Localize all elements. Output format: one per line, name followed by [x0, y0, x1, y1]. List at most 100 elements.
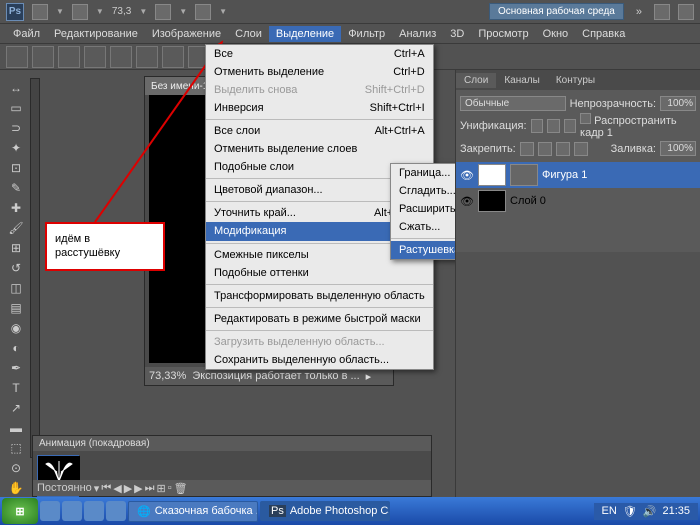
animation-panel-title[interactable]: Анимация (покадровая)	[33, 436, 431, 451]
tray-icon[interactable]: 🔊	[643, 505, 657, 518]
menu-item[interactable]: Выделить сноваShift+Ctrl+D	[206, 81, 433, 99]
menu-edit[interactable]: Редактирование	[47, 26, 145, 42]
clock[interactable]: 21:35	[662, 505, 690, 517]
layer-thumbnail[interactable]	[478, 164, 506, 186]
eraser-tool[interactable]: ◫	[3, 278, 29, 298]
unify-position-icon[interactable]	[531, 119, 544, 133]
heal-tool[interactable]: ✚	[3, 198, 29, 218]
brush-tool[interactable]: 🖌	[3, 218, 29, 238]
menu-file[interactable]: Файл	[6, 26, 47, 42]
lock-pixels-icon[interactable]	[538, 142, 552, 156]
wand-tool[interactable]: ✦	[3, 138, 29, 158]
visibility-icon[interactable]: 👁	[460, 194, 474, 208]
blur-tool[interactable]: ◉	[3, 318, 29, 338]
menu-window[interactable]: Окно	[536, 26, 576, 42]
hand-tool[interactable]: ✋	[3, 478, 29, 498]
option-icon[interactable]	[32, 46, 54, 68]
hand-icon[interactable]	[155, 4, 171, 20]
menu-image[interactable]: Изображение	[145, 26, 228, 42]
menu-3d[interactable]: 3D	[443, 26, 471, 42]
blend-mode-select[interactable]: Обычные	[460, 96, 566, 111]
unify-style-icon[interactable]	[564, 119, 577, 133]
doc-zoom[interactable]: 73,33%	[149, 370, 186, 382]
quicklaunch-icon[interactable]	[40, 501, 60, 521]
menu-filter[interactable]: Фильтр	[341, 26, 392, 42]
menu-view[interactable]: Просмотр	[471, 26, 535, 42]
menu-help[interactable]: Справка	[575, 26, 632, 42]
visibility-icon[interactable]: 👁	[460, 168, 474, 182]
pen-tool[interactable]: ✒	[3, 358, 29, 378]
tab-channels[interactable]: Каналы	[496, 73, 548, 88]
layer-mask-thumbnail[interactable]	[510, 164, 538, 186]
lock-position-icon[interactable]	[556, 142, 570, 156]
quicklaunch-icon[interactable]	[84, 501, 104, 521]
lock-all-icon[interactable]	[574, 142, 588, 156]
delete-frame-icon[interactable]: 🗑	[174, 482, 188, 495]
tray-icon[interactable]: 🛡	[623, 505, 637, 518]
propagate-checkbox[interactable]	[580, 113, 591, 124]
view-icon[interactable]	[72, 4, 88, 20]
collapse-icon[interactable]: »	[632, 6, 646, 18]
menu-item[interactable]: Загрузить выделенную область...	[206, 333, 433, 351]
quicklaunch-icon[interactable]	[106, 501, 126, 521]
option-icon[interactable]	[162, 46, 184, 68]
menu-item[interactable]: Подобные оттенки	[206, 264, 433, 282]
menu-item[interactable]: ВсеCtrl+A	[206, 45, 433, 63]
tab-layers[interactable]: Слои	[456, 73, 496, 88]
menu-item[interactable]: ИнверсияShift+Ctrl+I	[206, 99, 433, 117]
layer-row[interactable]: 👁 Фигура 1	[456, 162, 700, 188]
lasso-tool[interactable]: ⊃	[3, 118, 29, 138]
menu-item[interactable]: Отменить выделение слоев	[206, 140, 433, 158]
menu-item[interactable]: Трансформировать выделенную область	[206, 287, 433, 305]
dropdown-icon[interactable]: ▼	[96, 7, 104, 16]
menu-analysis[interactable]: Анализ	[392, 26, 443, 42]
menu-item[interactable]: Сохранить выделенную область...	[206, 351, 433, 369]
workspace-switcher[interactable]: Основная рабочая среда	[489, 3, 624, 20]
dropdown-icon[interactable]: ▼	[219, 7, 227, 16]
menu-item[interactable]: Редактировать в режиме быстрой маски	[206, 310, 433, 328]
path-tool[interactable]: ↗	[3, 398, 29, 418]
play-icon[interactable]: ▶	[124, 482, 132, 495]
unify-visibility-icon[interactable]	[547, 119, 560, 133]
shape-tool[interactable]: ▬	[3, 418, 29, 438]
tween-icon[interactable]: ⊞	[157, 482, 166, 495]
minimize-icon[interactable]	[654, 4, 670, 20]
zoom-value[interactable]: 73,3	[112, 6, 131, 17]
last-frame-icon[interactable]: ⏭	[145, 482, 155, 495]
language-indicator[interactable]: EN	[602, 505, 617, 517]
menu-item[interactable]: Отменить выделениеCtrl+D	[206, 63, 433, 81]
option-icon[interactable]	[110, 46, 132, 68]
duplicate-frame-icon[interactable]: ▫	[168, 482, 172, 494]
taskbar-app[interactable]: PsAdobe Photoshop CS...	[260, 501, 390, 521]
layer-row[interactable]: 👁 Слой 0	[456, 188, 700, 214]
next-frame-icon[interactable]: ▶	[134, 482, 142, 495]
first-frame-icon[interactable]: ⏮	[101, 482, 111, 495]
chevron-right-icon[interactable]: ▸	[366, 370, 372, 383]
loop-select[interactable]: Постоянно	[37, 482, 92, 494]
stamp-tool[interactable]: ⊞	[3, 238, 29, 258]
collapsed-panel-strip[interactable]	[30, 78, 40, 458]
lock-transparency-icon[interactable]	[520, 142, 534, 156]
layer-name[interactable]: Слой 0	[510, 195, 546, 207]
gradient-tool[interactable]: ▤	[3, 298, 29, 318]
marquee-tool[interactable]: ▭	[3, 98, 29, 118]
option-icon[interactable]	[58, 46, 80, 68]
text-tool[interactable]: T	[3, 378, 29, 398]
fill-input[interactable]: 100%	[660, 141, 696, 156]
close-icon[interactable]	[678, 4, 694, 20]
bridge-icon[interactable]	[32, 4, 48, 20]
taskbar-app[interactable]: 🌐Сказочная бабочка ...	[128, 501, 258, 522]
quicklaunch-icon[interactable]	[62, 501, 82, 521]
crop-tool[interactable]: ⊡	[3, 158, 29, 178]
tab-paths[interactable]: Контуры	[548, 73, 603, 88]
eyedropper-tool[interactable]: ✎	[3, 178, 29, 198]
start-button[interactable]: ⊞	[2, 498, 38, 524]
tool-preset-icon[interactable]	[6, 46, 28, 68]
dodge-tool[interactable]: ◐	[3, 338, 29, 358]
layer-thumbnail[interactable]	[478, 190, 506, 212]
move-tool[interactable]: ↔	[3, 78, 29, 98]
menu-layers[interactable]: Слои	[228, 26, 269, 42]
menu-select[interactable]: Выделение	[269, 26, 341, 42]
screen-mode-icon[interactable]	[195, 4, 211, 20]
3d-camera-tool[interactable]: ⊙	[3, 458, 29, 478]
